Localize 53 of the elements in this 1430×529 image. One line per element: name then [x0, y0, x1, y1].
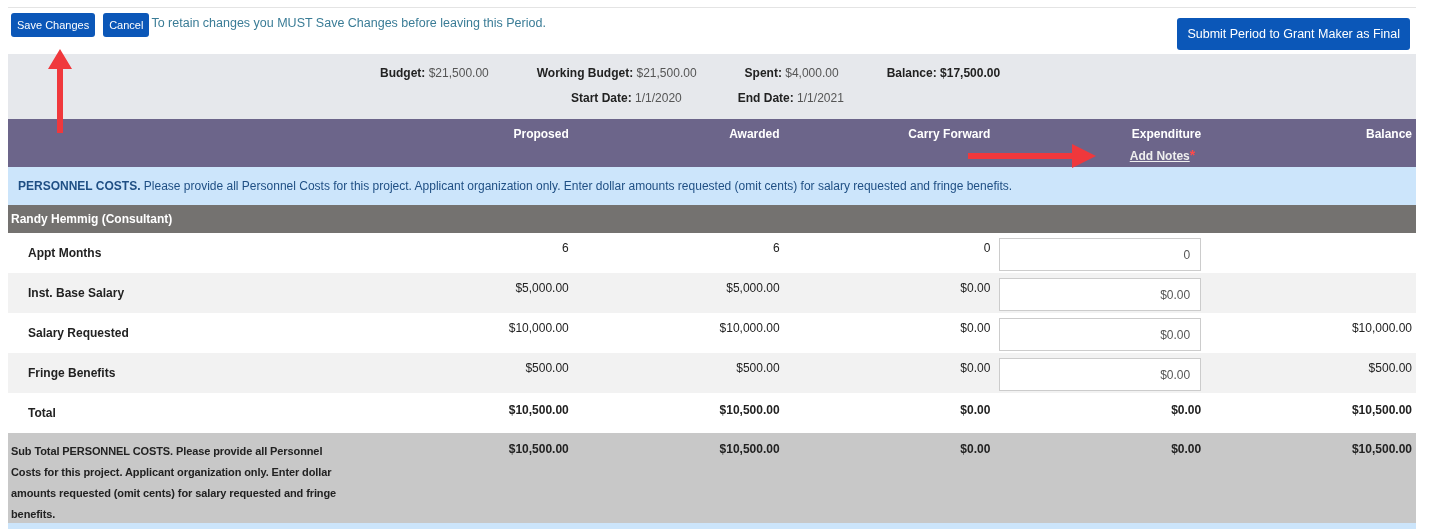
summary-field: Budget: $21,500.00 [380, 66, 489, 80]
table-cell: $10,000.00 [1351, 321, 1412, 335]
table-cell: $10,500.00 [508, 442, 569, 456]
table-cell: $10,500.00 [508, 403, 569, 417]
column-header: Carry Forward [908, 127, 991, 141]
row-label: Sub Total PERSONNEL COSTS. Please provide all Personnel Costs for this project. Applicant organization only. Enter dollar amounts requested (omit cents) for salary requested and fringe benefits. [10, 444, 338, 522]
expenditure-field[interactable]: $0.00 [999, 318, 1202, 351]
row-label: Inst. Base Salary [27, 285, 126, 300]
table-cell: $500.00 [736, 361, 780, 375]
save-button[interactable]: Save Changes [11, 13, 96, 37]
table-cell: $10,000.00 [508, 321, 569, 335]
summary-field: Working Budget: $21,500.00 [536, 66, 697, 80]
row-label: Salary Requested [27, 325, 130, 340]
table-cell: $500.00 [525, 361, 569, 375]
table-cell: $10,000.00 [719, 321, 780, 335]
summary-field: Balance: $17,500.00 [886, 66, 1001, 80]
cancel-button[interactable]: Cancel [103, 13, 150, 37]
table-cell: $0.00 [960, 321, 991, 335]
add-notes-link[interactable]: Add Notes [1129, 149, 1190, 163]
table-cell: $10,500.00 [719, 442, 780, 456]
expenditure-field[interactable]: $0.00 [999, 358, 1202, 391]
table-cell: $0.00 [960, 281, 991, 295]
expenditure-field[interactable]: 0 [999, 238, 1202, 271]
table-cell: $0.00 [1171, 403, 1202, 417]
table-cell: 6 [772, 241, 780, 255]
column-header: Proposed [513, 127, 569, 141]
table-cell: $500.00 [1368, 361, 1412, 375]
table-cell: $10,500.00 [719, 403, 780, 417]
column-header: Expenditure [1131, 127, 1202, 141]
summary-field: End Date: 1/1/2021 [737, 91, 844, 105]
required-mark: * [1189, 147, 1196, 163]
column-header: Awarded [729, 127, 780, 141]
table-cell: $5,000.00 [515, 281, 569, 295]
table-cell: $0.00 [960, 442, 991, 456]
table-cell: $0.00 [960, 361, 991, 375]
table-cell: $0.00 [960, 403, 991, 417]
column-header: Balance [1365, 127, 1412, 141]
group-title: Randy Hemmig (Consultant) [11, 212, 173, 226]
table-cell: 6 [562, 241, 569, 255]
row-label: Fringe Benefits [27, 365, 117, 380]
row-label: Appt Months [27, 245, 103, 260]
summary-field: Start Date: 1/1/2020 [571, 91, 682, 105]
expenditure-field[interactable]: $0.00 [999, 278, 1202, 311]
table-cell: $10,500.00 [1351, 442, 1412, 456]
table-cell: 0 [983, 241, 991, 255]
table-cell: $10,500.00 [1351, 403, 1412, 417]
notice-text: To retain changes you MUST Save Changes before leaving this Period. [151, 16, 546, 30]
row-label: Total [27, 405, 57, 420]
summary-field: Spent: $4,000.00 [744, 66, 839, 80]
submit-button[interactable]: Submit Period to Grant Maker as Final [1177, 18, 1410, 50]
table-cell: $5,000.00 [726, 281, 780, 295]
section-text: PERSONNEL COSTS. Please provide all Personnel Costs for this project. Applicant organization only. Enter dollar amounts requested (omit cents) for salary requested and fringe benefits. [18, 179, 1013, 193]
table-cell: $0.00 [1171, 442, 1202, 456]
